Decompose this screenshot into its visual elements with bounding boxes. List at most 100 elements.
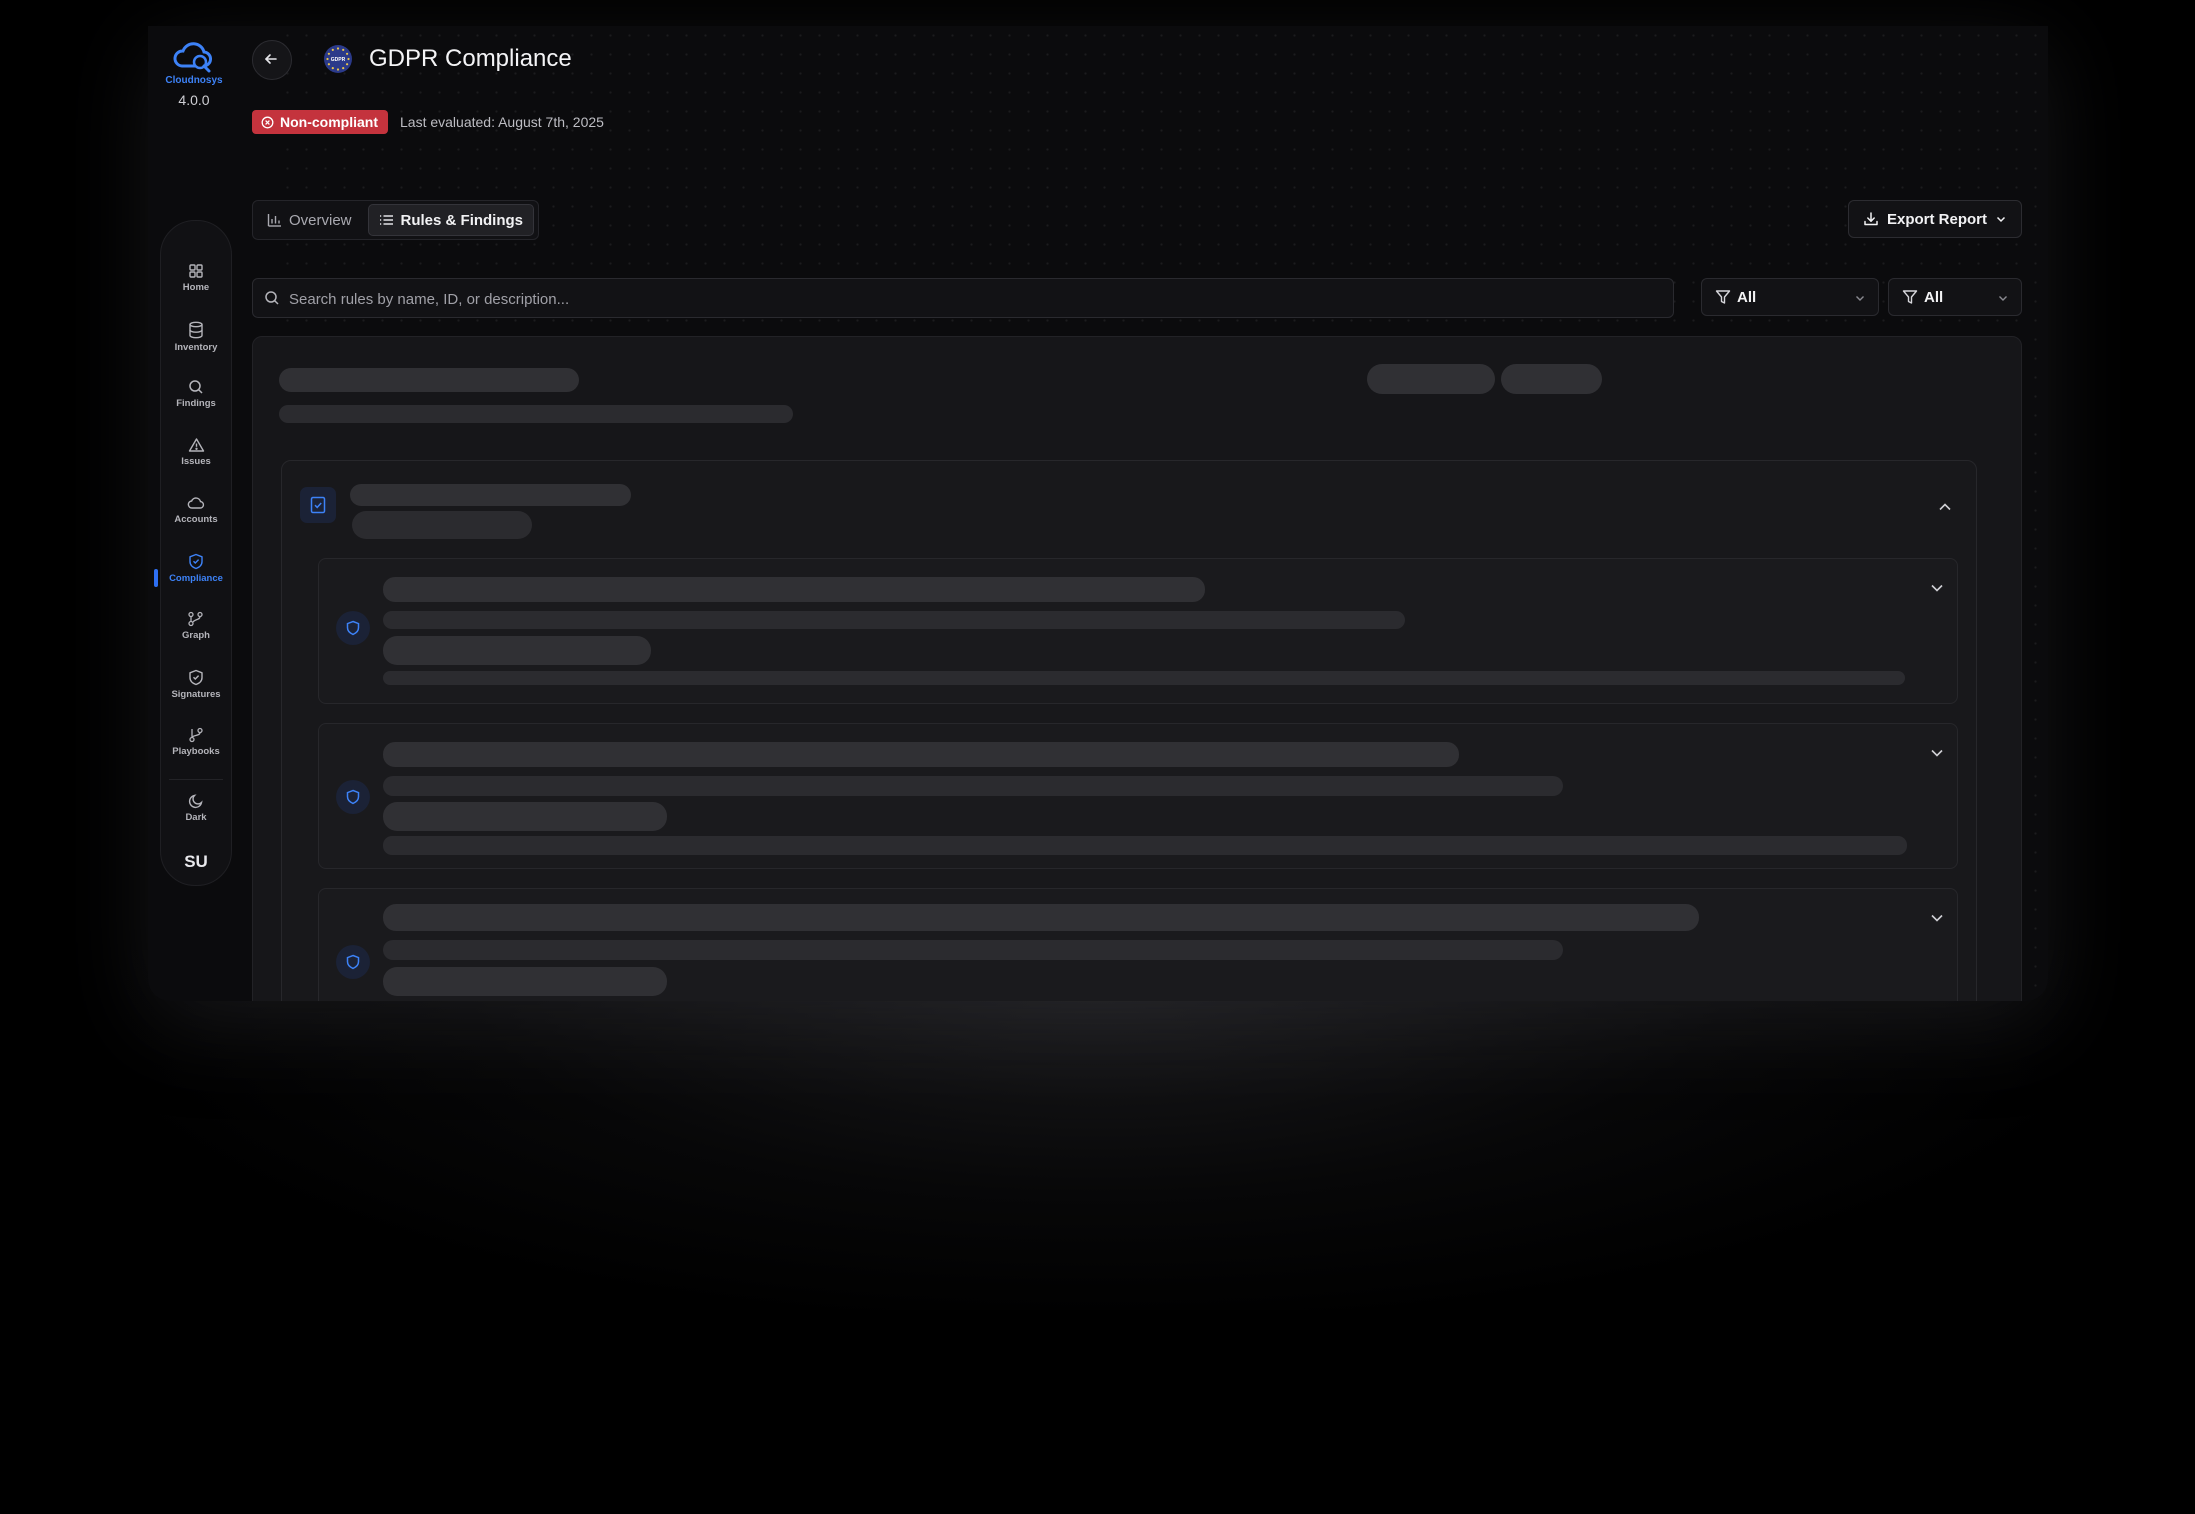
sidebar: Home Inventory Findings Issues Accounts … [154,220,232,886]
sidebar-item-graph[interactable]: Graph [161,611,231,641]
last-evaluated: Last evaluated: August 7th, 2025 [400,114,604,130]
filter-select-2[interactable]: All [1888,278,2022,316]
chevron-up-icon[interactable] [1937,501,1953,513]
rule-card[interactable] [318,723,1958,869]
skeleton-line [383,742,1459,767]
list-icon [379,215,393,225]
sidebar-item-label: Home [182,282,210,293]
chevron-down-icon [1996,216,2006,223]
sidebar-item-label: Findings [176,398,216,409]
window-reflection-glow [110,950,2085,1310]
theme-label: Dark [185,812,207,823]
filter-icon [1715,290,1731,304]
shield-icon [346,789,360,805]
chevron-down-icon [1856,296,1864,301]
grid-icon [189,264,203,278]
shield-icon [189,553,203,570]
download-icon [1864,212,1878,226]
sidebar-item-label: Signatures [171,689,221,700]
skeleton-line [383,671,1905,685]
graph-icon [188,611,203,627]
search-icon [189,380,203,394]
skeleton-line [350,484,631,506]
tab-rules-findings[interactable]: Rules & Findings [367,204,535,236]
bar-chart-icon [267,214,281,227]
database-icon [189,321,203,339]
rule-card[interactable] [318,888,1958,1001]
sidebar-item-signatures[interactable]: Signatures [161,669,231,700]
sidebar-item-issues[interactable]: Issues [161,437,231,467]
skeleton-line [383,636,651,665]
filter-value: All [1737,288,1757,306]
sidebar-item-label: Playbooks [172,746,220,757]
moon-icon [188,794,203,809]
search-input[interactable] [287,279,1661,319]
rule-icon [336,945,370,979]
sidebar-divider [169,779,223,780]
section-icon [300,487,336,523]
rules-panel [252,336,2022,1001]
sidebar-item-label: Inventory [174,342,218,353]
status-label: Non-compliant [280,114,378,130]
tab-overview[interactable]: Overview [257,205,362,235]
chevron-down-icon[interactable] [1929,912,1945,924]
branch-icon [189,727,203,743]
sidebar-item-label: Graph [182,630,210,641]
sidebar-item-label: Compliance [169,573,223,584]
sidebar-item-label: Issues [181,456,211,467]
rule-icon [336,780,370,814]
control-section [281,460,1977,1001]
skeleton-line [383,967,667,996]
skeleton-line [383,577,1205,602]
export-report-button[interactable]: Export Report [1847,200,2022,238]
skeleton-line [383,940,1563,960]
shield-check-icon [189,669,203,686]
page-title: GDPR Compliance [369,45,572,72]
skeleton-pill [1501,364,1602,394]
back-button[interactable] [252,40,292,80]
rule-card[interactable] [318,558,1958,704]
skeleton-line [352,511,532,539]
shield-icon [346,954,360,970]
cloud-icon [187,497,205,509]
sidebar-item-playbooks[interactable]: Playbooks [161,727,231,757]
sidebar-item-findings[interactable]: Findings [161,379,231,409]
sidebar-item-home[interactable]: Home [161,263,231,293]
x-circle-icon [261,116,274,128]
gdpr-badge-text: GDPR [331,57,346,63]
skeleton-subtitle [279,405,793,423]
chevron-down-icon[interactable] [1929,747,1945,759]
chevron-down-icon [1999,296,2007,301]
skeleton-line [383,611,1405,629]
app-version: 4.0.0 [178,92,210,108]
arrow-left-icon [265,54,277,64]
skeleton-line [383,904,1699,931]
skeleton-pill [1367,364,1495,394]
filter-icon [1902,290,1918,304]
gdpr-badge-icon: GDPR [324,45,352,73]
tab-label: Rules & Findings [400,211,524,229]
warning-icon [188,438,204,452]
sidebar-item-inventory[interactable]: Inventory [161,321,231,353]
skeleton-line [383,836,1907,855]
app-window: Cloudnosys 4.0.0 Home Inventory Findings… [148,26,2048,1001]
user-avatar[interactable]: SU [181,847,211,877]
shield-icon [346,620,360,636]
chevron-down-icon[interactable] [1929,582,1945,594]
filter-select-1[interactable]: All [1701,278,1879,316]
app-logo: Cloudnosys 4.0.0 [148,40,240,108]
view-tabs: Overview Rules & Findings [252,200,540,240]
app-name: Cloudnosys [165,75,223,86]
search-box [252,278,1674,319]
sidebar-item-accounts[interactable]: Accounts [161,495,231,525]
active-indicator [154,569,158,587]
filter-value: All [1924,288,1944,306]
skeleton-line [383,776,1563,796]
export-label: Export Report [1886,210,1987,228]
skeleton-line [383,802,667,831]
tab-label: Overview [289,211,352,229]
sidebar-item-compliance[interactable]: Compliance [154,553,231,587]
search-icon [265,291,279,305]
rule-icon [336,611,370,645]
theme-toggle-button[interactable]: Dark [161,793,231,823]
